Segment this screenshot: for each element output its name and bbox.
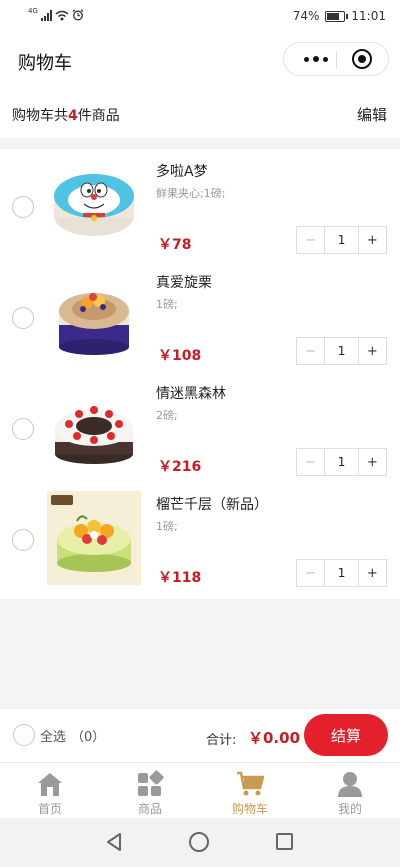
quantity-value[interactable]: 1 — [324, 338, 359, 364]
product-price: ￥108 — [158, 348, 202, 364]
quantity-value[interactable]: 1 — [324, 560, 359, 586]
decrease-quantity-button[interactable]: − — [297, 338, 324, 364]
clock-time: 11:01 — [351, 9, 386, 23]
tab-products[interactable]: 商品 — [100, 763, 200, 818]
decrease-quantity-button[interactable]: − — [297, 560, 324, 586]
cart-count-number: 4 — [68, 108, 78, 124]
tab-profile-label: 我的 — [337, 802, 362, 816]
increase-quantity-button[interactable]: + — [359, 449, 386, 475]
mini-program-capsule — [283, 42, 389, 76]
battery-percent: 74% — [292, 9, 320, 23]
status-bar: 4G 74% 11:01 — [0, 0, 400, 34]
cart-count-prefix: 购物车共 — [12, 108, 68, 124]
more-options-icon[interactable] — [296, 43, 336, 75]
product-name[interactable]: 多啦A梦 — [156, 161, 208, 181]
tab-home[interactable]: 首页 — [0, 763, 100, 818]
product-name[interactable]: 榴芒千层（新品） — [156, 494, 268, 514]
decrease-quantity-button[interactable]: − — [297, 227, 324, 253]
page-title: 购物车 — [18, 53, 72, 74]
increase-quantity-button[interactable]: + — [359, 560, 386, 586]
item-select-checkbox[interactable] — [12, 307, 34, 329]
bottom-tab-bar: 首页 商品 购物车 我的 — [0, 762, 400, 818]
cart-item: 情迷黑森林 2磅; ￥216 − 1 + — [0, 371, 400, 482]
quantity-stepper: − 1 + — [296, 559, 387, 587]
status-icons-left: 4G — [28, 7, 84, 21]
quantity-stepper: − 1 + — [296, 226, 387, 254]
product-image-chestnut-fruit-cake[interactable] — [47, 269, 141, 363]
select-all-label: 全选 — [40, 729, 67, 745]
cart-icon — [237, 771, 264, 796]
cart-item: 榴芒千层（新品） 1磅; ￥118 − 1 + — [0, 482, 400, 593]
home-icon — [38, 773, 62, 796]
signal-icon — [40, 9, 52, 21]
select-all-toggle[interactable]: 全选 （0） — [13, 724, 105, 746]
tab-cart-label: 购物车 — [231, 802, 268, 816]
capsule-divider — [336, 51, 337, 69]
total-price: ￥0.00 — [248, 729, 301, 747]
status-icons-right: 74% 11:01 — [293, 9, 386, 23]
product-image-doraemon-cake[interactable] — [47, 158, 141, 252]
edit-button[interactable]: 编辑 — [357, 104, 387, 125]
cart-item-list: 多啦A梦 鲜果夹心;1磅; ￥78 − 1 + 真爱旋栗 1磅; ￥108 − — [0, 149, 400, 599]
item-select-checkbox[interactable] — [12, 196, 34, 218]
home-circle-icon[interactable] — [189, 832, 209, 852]
quantity-value[interactable]: 1 — [324, 449, 359, 475]
cart-item: 多啦A梦 鲜果夹心;1磅; ￥78 − 1 + — [0, 149, 400, 260]
product-price: ￥216 — [158, 459, 202, 475]
close-mini-program-icon[interactable] — [352, 49, 372, 69]
navigation-bar: 购物车 — [0, 34, 400, 88]
product-image-durian-mango-cake[interactable] — [47, 491, 141, 585]
selected-count: （0） — [71, 729, 106, 745]
tab-profile[interactable]: 我的 — [300, 763, 400, 818]
select-all-checkbox[interactable] — [13, 724, 35, 746]
increase-quantity-button[interactable]: + — [359, 338, 386, 364]
battery-icon — [325, 10, 349, 22]
product-spec: 鲜果夹心;1磅; — [156, 187, 226, 200]
product-spec: 1磅; — [156, 298, 178, 311]
item-select-checkbox[interactable] — [12, 529, 34, 551]
system-navigation-bar — [0, 818, 400, 867]
user-icon — [338, 772, 362, 797]
product-image-black-forest-cake[interactable] — [47, 380, 141, 474]
product-spec: 2磅; — [156, 409, 178, 422]
product-name[interactable]: 真爱旋栗 — [156, 272, 212, 292]
total-label: 合计: — [206, 733, 237, 748]
tab-home-label: 首页 — [37, 802, 62, 816]
network-type: 4G — [28, 7, 38, 15]
category-icon — [138, 770, 164, 796]
product-price: ￥118 — [158, 570, 202, 586]
checkout-button[interactable]: 结算 — [304, 714, 388, 756]
tab-products-label: 商品 — [137, 802, 162, 816]
product-spec: 1磅; — [156, 520, 178, 533]
quantity-value[interactable]: 1 — [324, 227, 359, 253]
wifi-icon — [55, 10, 69, 20]
alarm-icon — [72, 9, 84, 21]
checkout-bar: 全选 （0） 合计: ￥0.00 结算 — [0, 709, 400, 762]
cart-count-suffix: 件商品 — [77, 108, 120, 124]
product-price: ￥78 — [158, 237, 192, 253]
increase-quantity-button[interactable]: + — [359, 227, 386, 253]
cart-item: 真爱旋栗 1磅; ￥108 − 1 + — [0, 260, 400, 371]
cart-count-text: 购物车共4件商品 — [12, 105, 120, 125]
decrease-quantity-button[interactable]: − — [297, 449, 324, 475]
tab-cart[interactable]: 购物车 — [200, 763, 300, 818]
back-icon[interactable] — [105, 832, 123, 852]
quantity-stepper: − 1 + — [296, 337, 387, 365]
recent-apps-icon[interactable] — [276, 833, 293, 850]
cart-summary-bar: 购物车共4件商品 编辑 — [0, 88, 400, 138]
item-select-checkbox[interactable] — [12, 418, 34, 440]
quantity-stepper: − 1 + — [296, 448, 387, 476]
product-name[interactable]: 情迷黑森林 — [156, 383, 226, 403]
